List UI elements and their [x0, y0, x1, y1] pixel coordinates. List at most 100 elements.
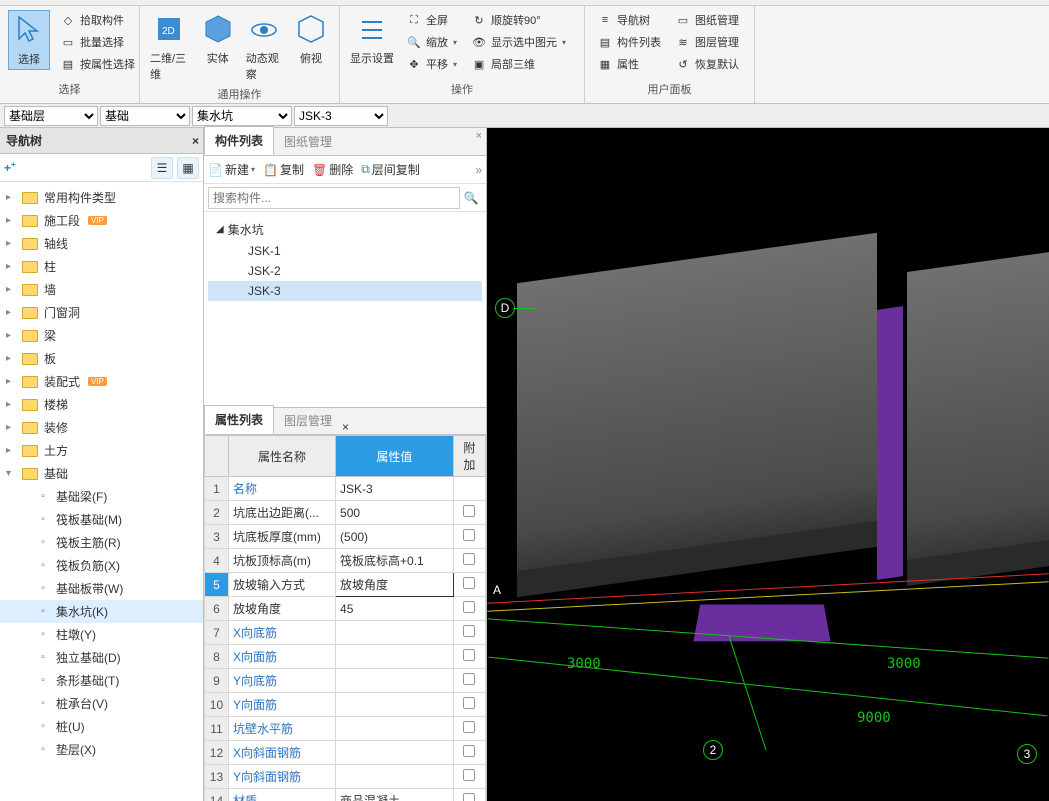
prop-value[interactable]: 商品混凝土	[336, 789, 454, 801]
copy-button[interactable]: 📋复制	[263, 161, 304, 178]
prop-extra[interactable]	[453, 573, 485, 597]
select-button[interactable]: 选择	[8, 10, 50, 70]
tree-child[interactable]: ▫基础板带(W)	[0, 577, 203, 600]
viewport-3d[interactable]: 3000 3000 9000 D A 2 3	[487, 128, 1049, 801]
rotate-button[interactable]: ↻顺旋转90°	[467, 10, 570, 30]
prop-extra[interactable]	[453, 669, 485, 693]
checkbox-icon[interactable]	[463, 721, 475, 733]
checkbox-icon[interactable]	[463, 649, 475, 661]
nav-tree-body[interactable]: ▸常用构件类型▸施工段VIP▸轴线▸柱▸墙▸门窗洞▸梁▸板▸装配式VIP▸楼梯▸…	[0, 182, 203, 801]
property-row[interactable]: 3 坑底板厚度(mm) (500)	[205, 525, 486, 549]
property-row[interactable]: 12 X向斜面钢筋	[205, 741, 486, 765]
prop-extra[interactable]	[453, 621, 485, 645]
property-row[interactable]: 2 坑底出边距离(... 500	[205, 501, 486, 525]
prop-extra[interactable]	[453, 717, 485, 741]
tree-item[interactable]: ▸楼梯	[0, 393, 203, 416]
pan-button[interactable]: ✥平移▾	[402, 54, 461, 74]
drawing-mgr-button[interactable]: ▭图纸管理	[671, 10, 743, 30]
local-3d-button[interactable]: ▣局部三维	[467, 54, 570, 74]
tab-layer-mgr[interactable]: 图层管理	[274, 407, 342, 434]
prop-value[interactable]	[336, 717, 454, 741]
grid-view-icon[interactable]: ▦	[177, 157, 199, 179]
property-row[interactable]: 8 X向面筋	[205, 645, 486, 669]
property-row[interactable]: 6 放坡角度 45	[205, 597, 486, 621]
prop-value[interactable]	[336, 621, 454, 645]
property-row[interactable]: 14 材质 商品混凝土	[205, 789, 486, 801]
view-2d3d-button[interactable]: 2D 二维/三维	[148, 10, 192, 84]
checkbox-icon[interactable]	[463, 673, 475, 685]
prop-extra[interactable]	[453, 789, 485, 801]
checkbox-icon[interactable]	[463, 793, 475, 801]
prop-extra[interactable]	[453, 525, 485, 549]
tree-item[interactable]: ▸土方	[0, 439, 203, 462]
property-row[interactable]: 1 名称 JSK-3	[205, 477, 486, 501]
tree-item[interactable]: ▸施工段VIP	[0, 209, 203, 232]
prop-value[interactable]	[336, 765, 454, 789]
checkbox-icon[interactable]	[463, 625, 475, 637]
zoom-button[interactable]: 🔍缩放▾	[402, 32, 461, 52]
prop-extra[interactable]	[453, 693, 485, 717]
checkbox-icon[interactable]	[463, 769, 475, 781]
property-row[interactable]: 13 Y向斜面钢筋	[205, 765, 486, 789]
tree-child[interactable]: ▫筏板负筋(X)	[0, 554, 203, 577]
prop-extra[interactable]	[453, 645, 485, 669]
prop-value[interactable]	[336, 645, 454, 669]
prop-extra[interactable]	[453, 477, 485, 501]
props-toggle[interactable]: ▦属性	[593, 54, 665, 74]
tree-child[interactable]: ▫垫层(X)	[0, 738, 203, 761]
tab-component-list[interactable]: 构件列表	[204, 126, 274, 155]
tree-item[interactable]: ▸装修	[0, 416, 203, 439]
pick-component-button[interactable]: ◇拾取构件	[56, 10, 139, 30]
display-settings-button[interactable]: 显示设置	[348, 10, 396, 68]
prop-extra[interactable]	[453, 549, 485, 573]
property-row[interactable]: 9 Y向底筋	[205, 669, 486, 693]
tree-child[interactable]: ▫条形基础(T)	[0, 669, 203, 692]
layer-mgr-button[interactable]: ≋图层管理	[671, 32, 743, 52]
tree-item[interactable]: ▸常用构件类型	[0, 186, 203, 209]
prop-value[interactable]: (500)	[336, 525, 454, 549]
property-row[interactable]: 10 Y向面筋	[205, 693, 486, 717]
tree-child[interactable]: ▫集水坑(K)	[0, 600, 203, 623]
select-by-prop-button[interactable]: ▤按属性选择	[56, 54, 139, 74]
checkbox-icon[interactable]	[463, 577, 475, 589]
tree-child[interactable]: ▫基础梁(F)	[0, 485, 203, 508]
tab-property-list[interactable]: 属性列表	[204, 405, 274, 434]
close-icon[interactable]: ×	[192, 134, 199, 148]
component-item[interactable]: JSK-3	[208, 281, 482, 301]
tree-item[interactable]: ▸梁	[0, 324, 203, 347]
floor-copy-button[interactable]: ⧉层间复制	[361, 161, 420, 178]
checkbox-icon[interactable]	[463, 601, 475, 613]
item-select[interactable]: JSK-3	[294, 106, 388, 126]
property-row[interactable]: 11 坑壁水平筋	[205, 717, 486, 741]
delete-button[interactable]: 🗑删除	[312, 161, 353, 178]
property-row[interactable]: 7 X向底筋	[205, 621, 486, 645]
checkbox-icon[interactable]	[463, 697, 475, 709]
prop-extra[interactable]	[453, 741, 485, 765]
list-view-icon[interactable]: ☰	[151, 157, 173, 179]
checkbox-icon[interactable]	[463, 529, 475, 541]
batch-select-button[interactable]: ▭批量选择	[56, 32, 139, 52]
prop-extra[interactable]	[453, 765, 485, 789]
tree-child[interactable]: ▫桩承台(V)	[0, 692, 203, 715]
tree-item[interactable]: ▸轴线	[0, 232, 203, 255]
fullscreen-button[interactable]: ⛶全屏	[402, 10, 461, 30]
prop-value[interactable]: 筏板底标高+0.1	[336, 549, 454, 573]
component-item[interactable]: JSK-1	[208, 241, 482, 261]
navtree-toggle[interactable]: ≡导航树	[593, 10, 665, 30]
tree-child[interactable]: ▫筏板基础(M)	[0, 508, 203, 531]
new-button[interactable]: 📄新建▾	[208, 161, 255, 178]
checkbox-icon[interactable]	[463, 553, 475, 565]
tree-child[interactable]: ▫独立基础(D)	[0, 646, 203, 669]
category-select[interactable]: 基础	[100, 106, 190, 126]
property-row[interactable]: 5 放坡输入方式 放坡角度	[205, 573, 486, 597]
checkbox-icon[interactable]	[463, 745, 475, 757]
subcategory-select[interactable]: 集水坑	[192, 106, 292, 126]
tab-drawing-mgr[interactable]: 图纸管理	[274, 128, 342, 155]
component-item[interactable]: JSK-2	[208, 261, 482, 281]
prop-value[interactable]	[336, 669, 454, 693]
show-selected-button[interactable]: 👁显示选中图元▾	[467, 32, 570, 52]
prop-value[interactable]: 500	[336, 501, 454, 525]
tree-item[interactable]: ▸墙	[0, 278, 203, 301]
tree-child[interactable]: ▫筏板主筋(R)	[0, 531, 203, 554]
restore-default-button[interactable]: ↺恢复默认	[671, 54, 743, 74]
